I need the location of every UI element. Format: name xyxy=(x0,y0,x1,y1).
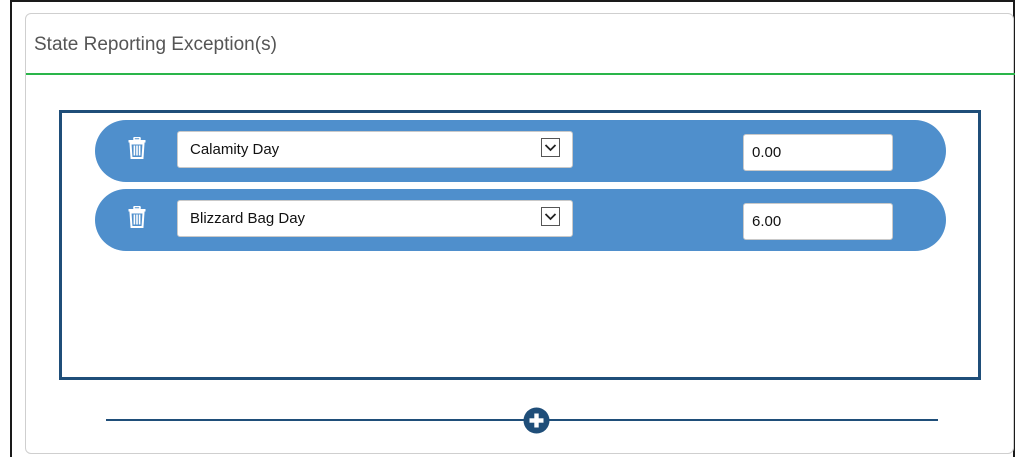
screen: State Reporting Exception(s) Calamity Da… xyxy=(0,0,1016,457)
window-frame-left xyxy=(10,0,12,457)
exception-value-input[interactable] xyxy=(743,203,893,240)
trash-icon[interactable] xyxy=(128,205,146,228)
chevron-down-icon[interactable] xyxy=(541,138,560,157)
chevron-down-icon[interactable] xyxy=(541,207,560,226)
exception-type-select[interactable]: Blizzard Bag Day xyxy=(177,200,573,237)
trash-icon[interactable] xyxy=(128,136,146,159)
exception-row: Blizzard Bag Day xyxy=(95,189,946,251)
title-divider xyxy=(26,73,1015,75)
exception-type-select[interactable]: Calamity Day xyxy=(177,131,573,168)
exception-row: Calamity Day xyxy=(95,120,946,182)
add-row-divider xyxy=(106,419,938,421)
exception-value-input[interactable] xyxy=(743,134,893,171)
plus-circle-icon[interactable] xyxy=(523,407,550,434)
window-frame-top xyxy=(10,0,1015,2)
exception-type-value: Calamity Day xyxy=(190,141,280,158)
exception-type-value: Blizzard Bag Day xyxy=(190,210,306,227)
panel-title: State Reporting Exception(s) xyxy=(34,34,277,55)
